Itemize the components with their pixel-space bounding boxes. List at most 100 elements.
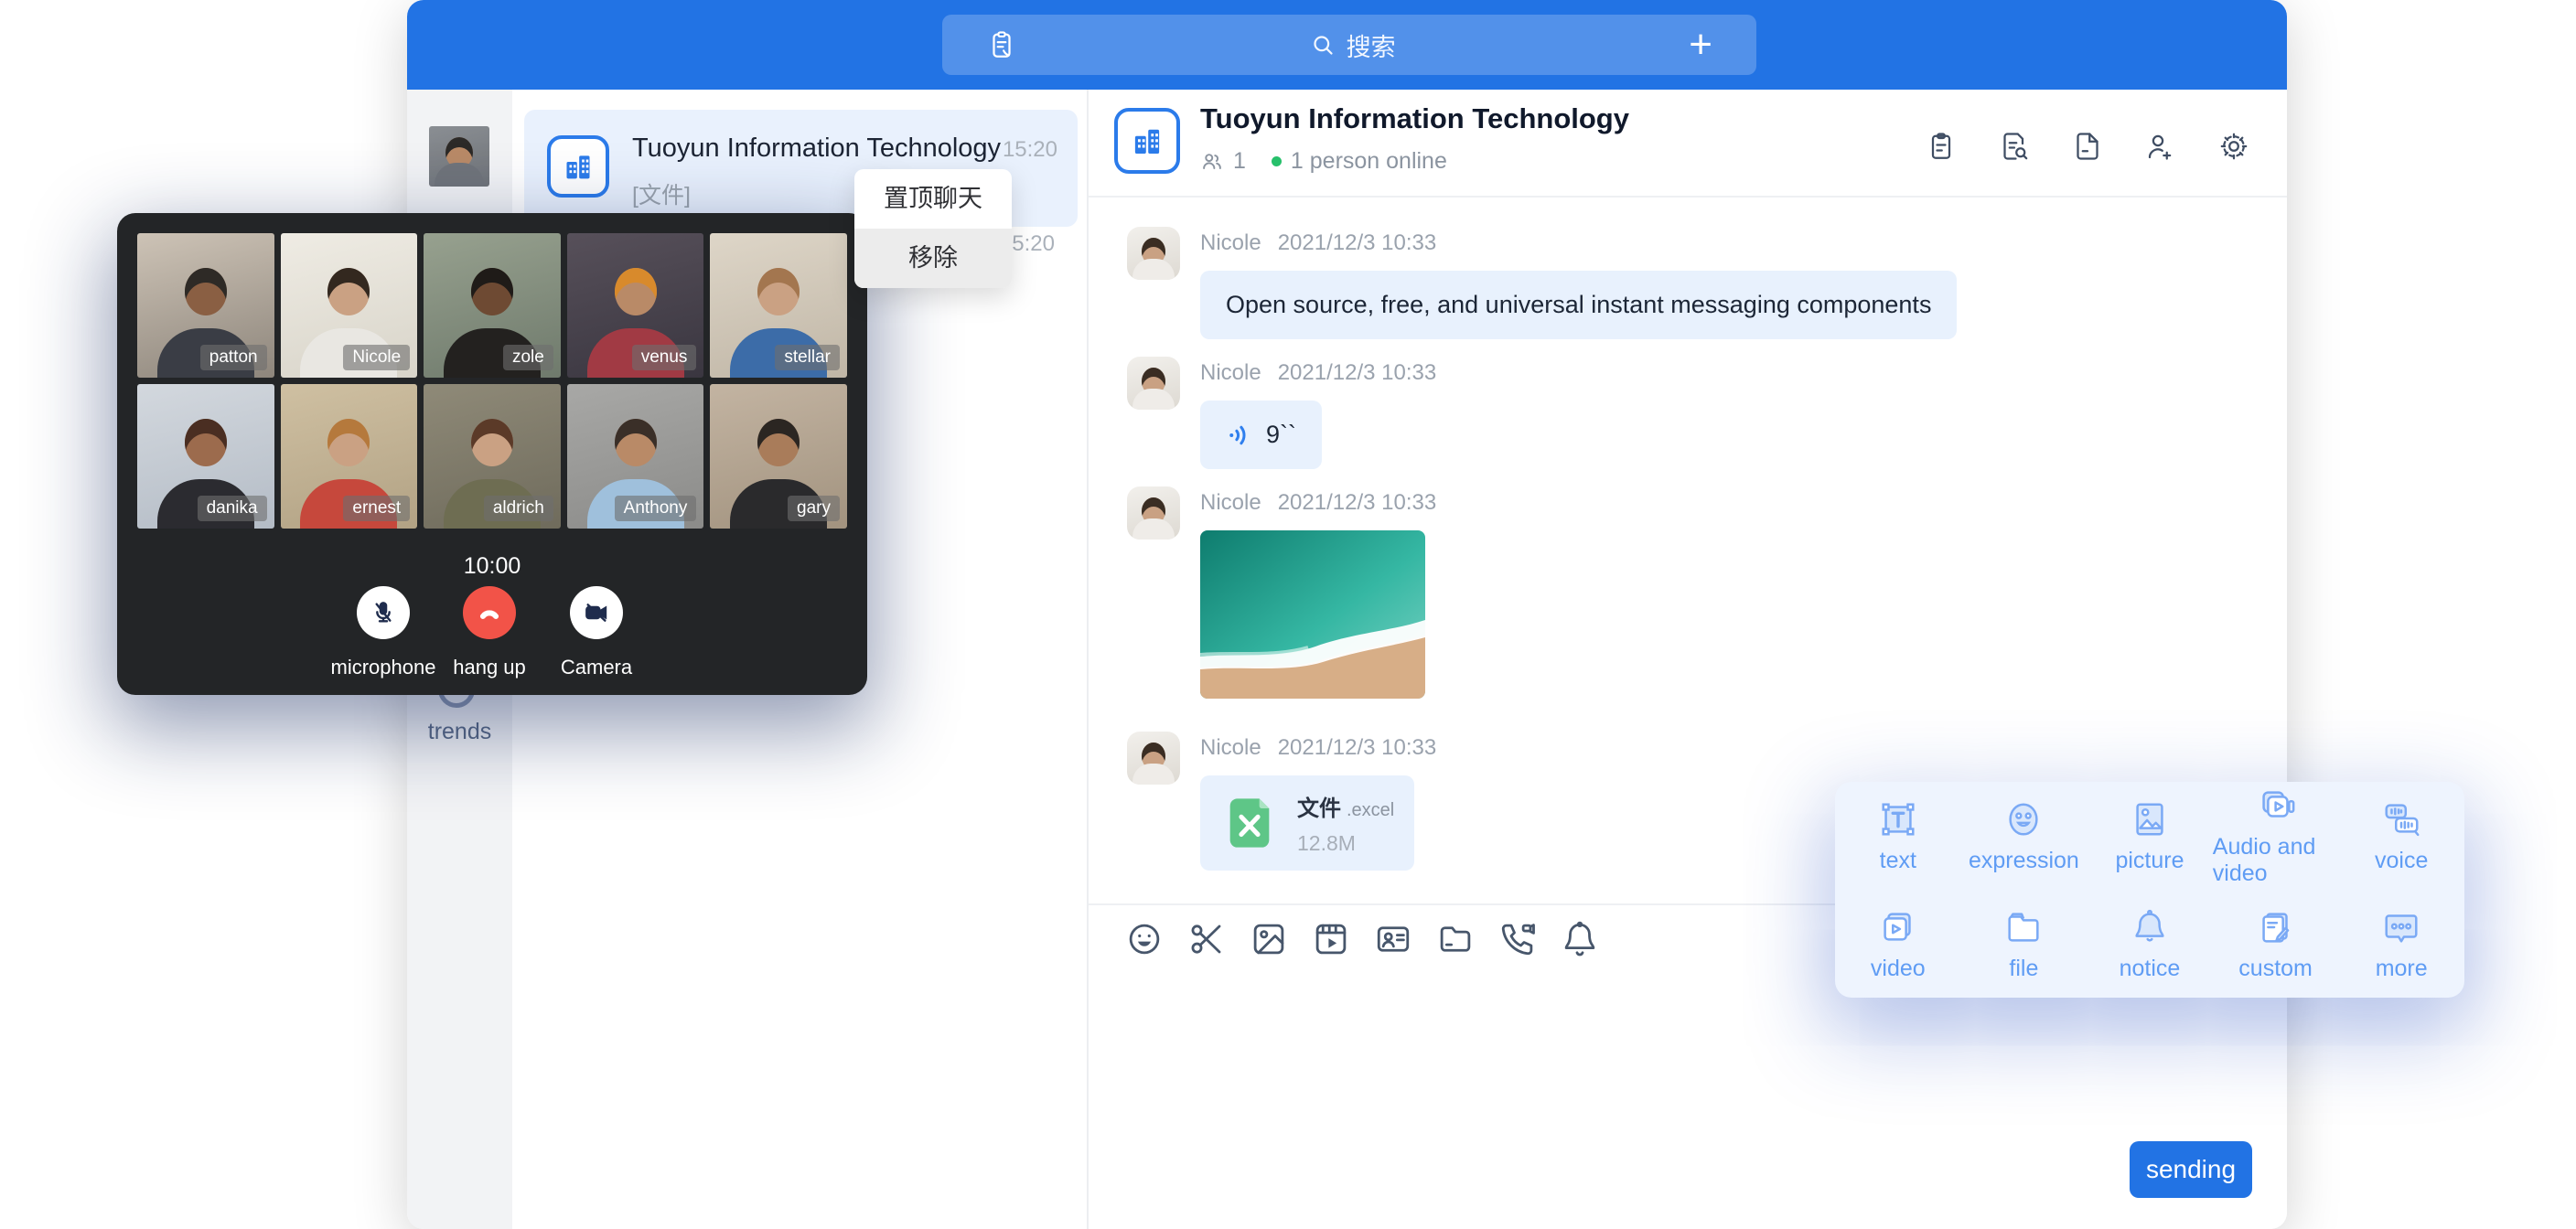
- settings-gear-icon[interactable]: [2217, 130, 2250, 163]
- search-bar[interactable]: 搜索 +: [942, 15, 1756, 75]
- message-file: Nicole 2021/12/3 10:33 文件.excel: [1127, 732, 1436, 871]
- message-time: 2021/12/3 10:33: [1278, 490, 1437, 516]
- expression-icon: [2002, 798, 2045, 840]
- feature-audio-video[interactable]: Audio and video: [2213, 785, 2339, 887]
- file-ext: .excel: [1347, 800, 1394, 820]
- feature-custom[interactable]: custom: [2213, 906, 2339, 982]
- feature-expression[interactable]: expression: [1961, 798, 2088, 874]
- search-input[interactable]: 搜索: [1311, 27, 1396, 63]
- sidebar-item-trends[interactable]: trends: [407, 719, 512, 745]
- participant-name: venus: [632, 345, 697, 370]
- participant-name: patton: [200, 345, 267, 370]
- feature-picture[interactable]: picture: [2087, 798, 2213, 874]
- search-placeholder: 搜索: [1347, 27, 1396, 63]
- conversation-last-message: [文件]: [632, 177, 691, 210]
- avatar[interactable]: [1127, 227, 1180, 280]
- voice-feature-icon: [2380, 798, 2422, 840]
- voice-wave-icon: [1226, 422, 1253, 449]
- chat-title: Tuoyun Information Technology: [1200, 102, 1629, 135]
- file-size: 12.8M: [1297, 831, 1394, 856]
- camera-off-icon: [582, 598, 611, 627]
- top-bar: 搜索 +: [407, 0, 2287, 90]
- notification-bell-icon[interactable]: [1561, 920, 1599, 958]
- message-text: Nicole 2021/12/3 10:33 Open source, free…: [1127, 227, 1957, 339]
- call-timer: 10:00: [117, 553, 867, 580]
- contact-card-icon[interactable]: [1374, 920, 1412, 958]
- participant-name: ernest: [343, 496, 410, 521]
- camera-button[interactable]: [570, 586, 623, 639]
- user-avatar[interactable]: [429, 126, 489, 187]
- video-tile: aldrich: [424, 384, 561, 529]
- call-record-icon[interactable]: [986, 29, 1017, 60]
- video-tile: ernest: [281, 384, 418, 529]
- picture-icon[interactable]: [1250, 920, 1288, 958]
- message-voice: Nicole 2021/12/3 10:33 9``: [1127, 357, 1436, 469]
- search-icon: [1311, 33, 1336, 58]
- add-member-icon[interactable]: [2144, 130, 2177, 163]
- folder-icon[interactable]: [1436, 920, 1475, 958]
- hang-up-button[interactable]: [463, 586, 516, 639]
- participant-name: stellar: [775, 345, 840, 370]
- camera-label: Camera: [523, 656, 670, 679]
- feature-panel: text expression picture Audio and vide: [1835, 782, 2464, 998]
- custom-icon: [2255, 906, 2297, 948]
- message-time: 2021/12/3 10:33: [1278, 230, 1437, 256]
- group-file-icon[interactable]: [2071, 130, 2104, 163]
- microphone-button[interactable]: [357, 586, 410, 639]
- avatar[interactable]: [1127, 732, 1180, 785]
- video-tile: Nicole: [281, 233, 418, 378]
- file-bubble[interactable]: 文件 .excel 12.8M: [1200, 775, 1414, 871]
- video-tile: danika: [137, 384, 274, 529]
- video-icon[interactable]: [1312, 920, 1350, 958]
- group-notice-icon[interactable]: [1925, 130, 1958, 163]
- feature-file[interactable]: file: [1961, 906, 2088, 982]
- participant-name: gary: [788, 496, 840, 521]
- participant-name: aldrich: [484, 496, 553, 521]
- voice-bubble[interactable]: 9``: [1200, 401, 1322, 469]
- chat-header-actions: [1925, 130, 2250, 163]
- context-menu: 置顶聊天 移除: [854, 169, 1012, 288]
- participant-name: zole: [503, 345, 553, 370]
- building-icon: [1128, 122, 1166, 160]
- audio-video-icon: [2255, 785, 2297, 827]
- participant-name: Anthony: [615, 496, 697, 521]
- chat-record-search-icon[interactable]: [1998, 130, 2031, 163]
- participant-name: danika: [198, 496, 267, 521]
- text-bubble[interactable]: Open source, free, and universal instant…: [1200, 271, 1957, 339]
- picture-feature-icon: [2129, 798, 2171, 840]
- menu-item-pin-chat[interactable]: 置顶聊天: [854, 169, 1012, 229]
- avatar[interactable]: [1127, 486, 1180, 540]
- chat-header: Tuoyun Information Technology 1 1 person…: [1089, 90, 2287, 198]
- feature-voice[interactable]: voice: [2338, 798, 2464, 874]
- conversation-time: 15:20: [1003, 137, 1057, 163]
- video-tile: Anthony: [567, 384, 704, 529]
- file-feature-icon: [2002, 906, 2045, 948]
- feature-video[interactable]: video: [1835, 906, 1961, 982]
- message-image: Nicole 2021/12/3 10:33: [1127, 486, 1436, 699]
- menu-item-remove[interactable]: 移除: [854, 229, 1012, 288]
- chat-panel: Tuoyun Information Technology 1 1 person…: [1089, 90, 2287, 1229]
- online-dot: [1272, 156, 1282, 166]
- voice-duration: 9``: [1266, 421, 1296, 449]
- screenshot-scissors-icon[interactable]: [1187, 920, 1226, 958]
- file-name: 文件: [1297, 796, 1341, 821]
- group-avatar: [1114, 108, 1180, 174]
- avatar[interactable]: [1127, 357, 1180, 410]
- send-button[interactable]: sending: [2130, 1141, 2252, 1198]
- building-icon: [560, 148, 596, 185]
- conversation-title: Tuoyun Information Technology: [632, 134, 1001, 164]
- feature-notice[interactable]: notice: [2087, 906, 2213, 982]
- feature-text[interactable]: text: [1835, 798, 1961, 874]
- beach-photo[interactable]: [1200, 530, 1425, 699]
- feature-more[interactable]: more: [2338, 906, 2464, 982]
- sender-name: Nicole: [1200, 490, 1261, 516]
- member-count: 1: [1233, 148, 1246, 175]
- video-tile: gary: [710, 384, 847, 529]
- call-icon[interactable]: [1498, 920, 1537, 958]
- text-icon: [1877, 798, 1919, 840]
- message-time: 2021/12/3 10:33: [1278, 735, 1437, 761]
- video-call-overlay: patton Nicole zole venus stellar danika …: [117, 213, 867, 695]
- video-feature-icon: [1877, 906, 1919, 948]
- video-tile: venus: [567, 233, 704, 378]
- emoji-icon[interactable]: [1125, 920, 1164, 958]
